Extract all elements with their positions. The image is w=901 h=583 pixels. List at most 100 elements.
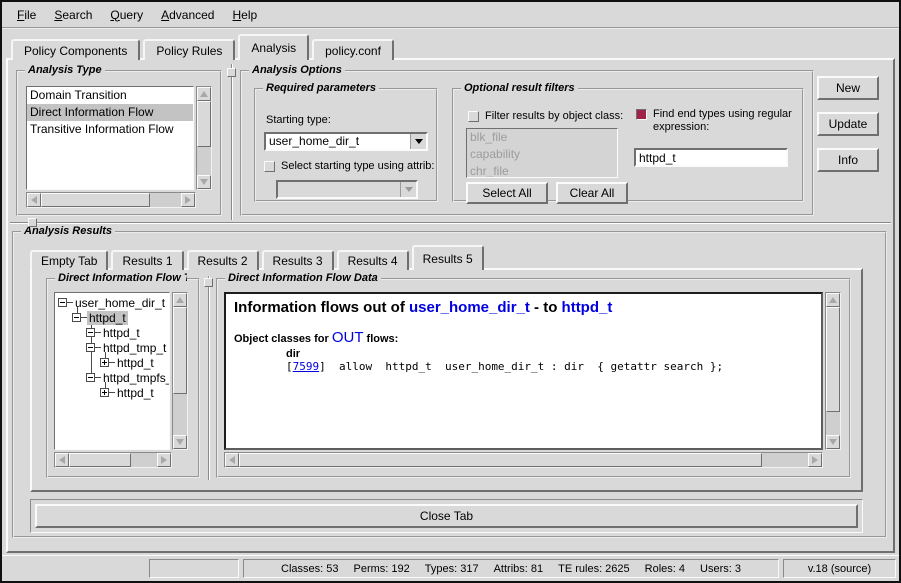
expander-plus-icon[interactable] [100,358,109,367]
results-sash-handle[interactable] [204,278,213,287]
scroll-left-icon[interactable] [225,453,239,467]
pane-sash-horizontal[interactable] [10,222,891,224]
regex-input[interactable] [634,148,788,167]
menu-advanced[interactable]: Advanced [152,5,223,25]
starting-type-combobox[interactable]: user_home_dir_t [264,132,428,151]
tab-policy-conf[interactable]: policy.conf [312,39,394,60]
scroll-trough[interactable] [197,101,211,175]
tab-results-1[interactable]: Results 1 [111,250,183,270]
status-bar: Classes: 53 Perms: 192 Types: 317 Attrib… [2,555,899,581]
tab-results-4[interactable]: Results 4 [337,250,409,270]
tree-node[interactable]: httpd_tmpfs_t [55,370,169,385]
scroll-up-icon[interactable] [197,87,211,101]
expander-minus-icon[interactable] [86,328,95,337]
tree-node-label[interactable]: httpd_t [101,326,142,340]
expander-minus-icon[interactable] [58,298,67,307]
scroll-down-icon[interactable] [173,435,187,449]
tab-results-3[interactable]: Results 3 [262,250,334,270]
tree-node-label[interactable]: httpd_t [115,356,156,370]
analysis-type-vscrollbar[interactable] [196,86,212,190]
scroll-thumb[interactable] [173,307,187,394]
menu-query[interactable]: Query [101,5,152,25]
flow-data-textarea[interactable]: Information flows out of user_home_dir_t… [224,292,823,450]
flow-tree-title: Direct Information Flow Tree [55,272,187,284]
scroll-trough[interactable] [239,453,808,467]
expander-minus-icon[interactable] [86,343,95,352]
data-hscrollbar[interactable] [224,452,823,468]
menu-search[interactable]: Search [45,5,101,25]
menu-help[interactable]: Help [223,5,266,25]
analysis-options-title: Analysis Options [249,64,345,76]
new-button[interactable]: New [817,76,879,100]
scroll-left-icon[interactable] [27,193,41,207]
expander-plus-icon[interactable] [100,388,109,397]
close-tab-button[interactable]: Close Tab [35,504,858,528]
select-all-button[interactable]: Select All [466,182,548,204]
tree-node[interactable]: user_home_dir_t [55,295,169,310]
scroll-thumb[interactable] [239,453,762,467]
scroll-left-icon[interactable] [55,453,69,467]
menu-file[interactable]: File [8,5,45,25]
pane-sash-handle[interactable] [227,68,236,77]
tree-vscrollbar[interactable] [172,292,188,450]
tree-node[interactable]: httpd_t [55,385,169,400]
te-rule-line: [7599] allow httpd_t user_home_dir_t : d… [286,360,813,373]
info-button[interactable]: Info [817,148,879,172]
list-item[interactable]: Direct Information Flow [27,104,193,121]
combo-dropdown-icon[interactable] [410,134,426,149]
tab-policy-rules[interactable]: Policy Rules [143,39,235,60]
tree-node-label[interactable]: httpd_t [115,386,156,400]
flow-tree[interactable]: user_home_dir_t httpd_t httpd_t httpd_tm… [54,292,170,450]
scroll-trough[interactable] [69,453,157,467]
scroll-right-icon[interactable] [157,453,171,467]
scroll-trough[interactable] [826,307,840,435]
tab-results-2[interactable]: Results 2 [187,250,259,270]
expander-minus-icon[interactable] [72,313,81,322]
object-class-checkbox-label[interactable]: Filter results by object class: [485,110,623,123]
tree-node-label[interactable]: user_home_dir_t [73,296,167,310]
regex-checkbox-row: Find end types using regular expression: [636,108,796,134]
scroll-trough[interactable] [173,307,187,435]
tab-analysis[interactable]: Analysis [238,34,309,60]
tree-node[interactable]: httpd_t [55,325,169,340]
attrib-checkbox[interactable] [264,161,275,172]
results-tab-frame: Direct Information Flow Tree user_home_d… [30,268,863,492]
scroll-right-icon[interactable] [181,193,195,207]
tree-node[interactable]: httpd_tmp_t [55,340,169,355]
clear-all-button[interactable]: Clear All [556,182,628,204]
expander-minus-icon[interactable] [86,373,95,382]
scroll-thumb[interactable] [41,193,150,207]
scroll-up-icon[interactable] [173,293,187,307]
pane-sash-handle[interactable] [28,218,37,227]
analysis-type-listbox[interactable]: Domain Transition Direct Information Flo… [26,86,194,190]
tree-node-label[interactable]: httpd_tmp_t [101,341,168,355]
data-vscrollbar[interactable] [825,292,841,450]
object-class-checkbox[interactable] [468,111,479,122]
scroll-down-icon[interactable] [826,435,840,449]
pane-sash-vertical[interactable] [231,64,233,220]
scroll-right-icon[interactable] [808,453,822,467]
regex-checkbox[interactable] [636,109,647,120]
tree-node-label[interactable]: httpd_tmpfs_t [101,371,170,385]
tree-node[interactable]: httpd_t [55,355,169,370]
tree-hscrollbar[interactable] [54,452,172,468]
attrib-checkbox-label[interactable]: Select starting type using attrib: [281,160,434,173]
scroll-down-icon[interactable] [197,175,211,189]
scroll-trough[interactable] [41,193,181,207]
update-button[interactable]: Update [817,112,879,136]
analysis-type-hscrollbar[interactable] [26,192,196,208]
tab-empty[interactable]: Empty Tab [30,250,108,270]
tab-policy-components[interactable]: Policy Components [11,39,140,60]
scroll-thumb[interactable] [826,307,840,412]
scroll-thumb[interactable] [69,453,131,467]
tree-node[interactable]: httpd_t [55,310,169,325]
results-sash-vertical[interactable] [208,276,210,480]
tree-node-label[interactable]: httpd_t [87,311,128,325]
rule-id-link[interactable]: 7599 [293,360,320,373]
list-item[interactable]: Domain Transition [27,87,193,104]
list-item[interactable]: Transitive Information Flow [27,121,193,138]
tab-results-5[interactable]: Results 5 [412,245,484,270]
regex-checkbox-label[interactable]: Find end types using regular expression: [653,108,796,134]
scroll-thumb[interactable] [197,101,211,147]
scroll-up-icon[interactable] [826,293,840,307]
